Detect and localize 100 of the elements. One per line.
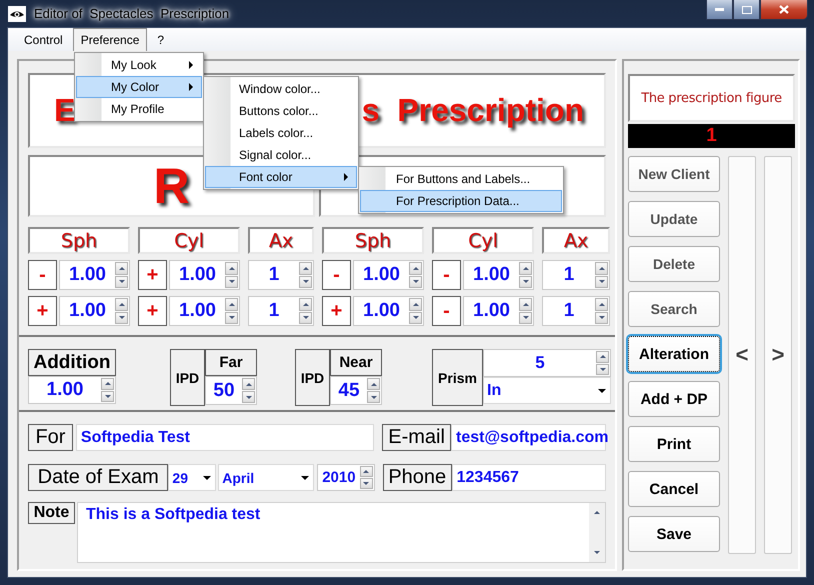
sign-button[interactable]: - xyxy=(28,260,57,290)
sign-button[interactable]: - xyxy=(322,260,351,290)
number-field[interactable]: 1.00 xyxy=(59,260,130,290)
menu-bar-item[interactable]: ? xyxy=(149,28,172,51)
spin-buttons[interactable] xyxy=(519,262,532,288)
menu-item[interactable]: For Prescription Data... xyxy=(360,190,562,212)
name-field[interactable]: Softpedia Test xyxy=(76,424,374,451)
next-button[interactable]: > xyxy=(764,156,792,554)
close-button[interactable] xyxy=(760,0,808,20)
caret-icon xyxy=(203,476,212,480)
minimize-button[interactable] xyxy=(706,0,733,20)
sign-button[interactable]: + xyxy=(322,296,351,326)
number-field[interactable]: 45 xyxy=(330,376,382,405)
menu-item[interactable]: Font color xyxy=(205,166,357,188)
previous-button[interactable]: < xyxy=(728,156,756,554)
spin-buttons[interactable] xyxy=(596,351,609,375)
column-header: Cyl xyxy=(432,227,534,254)
ipd-label: IPD xyxy=(295,349,330,406)
number-field[interactable]: 1.00 xyxy=(169,296,240,326)
for-label: For xyxy=(28,424,73,451)
action-button[interactable]: Add + DP xyxy=(628,381,720,417)
spin-buttons[interactable] xyxy=(225,298,238,324)
spin-buttons[interactable] xyxy=(595,298,608,324)
year-field[interactable]: 2010 xyxy=(316,464,375,491)
spin-buttons[interactable] xyxy=(225,262,238,288)
spin-buttons[interactable] xyxy=(115,298,128,324)
number-field[interactable]: 1.00 xyxy=(59,296,130,326)
spin-buttons[interactable] xyxy=(595,262,608,288)
column-header: Sph xyxy=(28,227,130,254)
prism-label: Prism xyxy=(432,349,483,406)
number-field[interactable]: 5 xyxy=(483,349,611,377)
window-title: Editor of Spectacles Prescription xyxy=(34,6,230,21)
banner-text: E xyxy=(54,92,76,129)
sign-button[interactable]: + xyxy=(28,296,57,326)
caret-icon xyxy=(598,388,606,392)
email-field[interactable]: test@softpedia.com xyxy=(450,424,606,451)
sign-button[interactable]: - xyxy=(432,296,461,326)
spin-buttons[interactable] xyxy=(409,262,422,288)
menu-item[interactable]: Window color... xyxy=(205,78,357,100)
phone-label: Phone xyxy=(382,464,452,491)
action-button[interactable]: Alteration xyxy=(628,336,720,372)
number-field[interactable]: 50 xyxy=(205,376,257,405)
menu-item[interactable]: For Buttons and Labels... xyxy=(360,168,562,190)
day-select[interactable]: 29 xyxy=(168,464,216,491)
column-header: Ax xyxy=(542,227,610,254)
action-button[interactable]: Print xyxy=(628,426,720,462)
menu-item[interactable]: My Look xyxy=(76,54,202,76)
addition-label: Addition xyxy=(28,349,116,376)
menu-item[interactable]: Buttons color... xyxy=(205,100,357,122)
banner-text: s Prescription xyxy=(362,92,584,129)
figure-number: 1 xyxy=(706,125,717,147)
spin-buttons[interactable] xyxy=(367,378,380,403)
menu-bar-item[interactable]: Preference xyxy=(72,28,148,51)
column-header: Ax xyxy=(248,227,314,254)
spin-buttons[interactable] xyxy=(101,378,114,402)
ipd-type-label: Near xyxy=(330,349,382,376)
menu-item[interactable]: My Color xyxy=(76,76,202,98)
sign-button[interactable]: + xyxy=(138,296,167,326)
number-field[interactable]: 1.00 xyxy=(463,260,534,290)
figure-label: The prescription figure xyxy=(641,90,782,106)
phone-field[interactable]: 1234567 xyxy=(452,464,606,491)
spin-buttons[interactable] xyxy=(242,378,255,403)
spin-buttons[interactable] xyxy=(299,262,312,288)
action-button[interactable]: Save xyxy=(628,516,720,552)
note-label: Note xyxy=(28,502,75,524)
sign-button[interactable]: - xyxy=(432,260,461,290)
date-label: Date of Exam xyxy=(28,464,168,491)
caret-icon xyxy=(300,476,309,480)
menu-item[interactable]: Signal color... xyxy=(205,144,357,166)
menu-item[interactable]: Labels color... xyxy=(205,122,357,144)
number-field[interactable]: 1 xyxy=(542,260,610,290)
number-field[interactable]: 1 xyxy=(248,296,314,326)
month-select[interactable]: April xyxy=(218,464,314,491)
maximize-button[interactable] xyxy=(733,0,760,20)
number-field[interactable]: 1 xyxy=(248,260,314,290)
spin-buttons[interactable] xyxy=(299,298,312,324)
column-header: Sph xyxy=(322,227,424,254)
spin-buttons[interactable] xyxy=(519,298,532,324)
number-field[interactable]: 1 xyxy=(542,296,610,326)
number-field[interactable]: 1.00 xyxy=(353,260,424,290)
maximize-icon xyxy=(742,6,752,14)
ipd-label: IPD xyxy=(170,349,205,406)
sign-button[interactable]: + xyxy=(138,260,167,290)
spin-buttons[interactable] xyxy=(409,298,422,324)
number-field[interactable]: 1.00 xyxy=(169,260,240,290)
eye-icon xyxy=(8,6,26,22)
note-field[interactable]: This is a Softpedia test xyxy=(77,502,606,563)
menu-item[interactable]: My Profile xyxy=(76,98,202,120)
email-label: E-mail xyxy=(382,424,451,451)
number-field[interactable]: 1.00 xyxy=(463,296,534,326)
action-button[interactable]: Cancel xyxy=(628,471,720,507)
eye-letter: R xyxy=(153,157,190,215)
spin-buttons[interactable] xyxy=(360,466,373,489)
column-header: Cyl xyxy=(138,227,240,254)
direction-select[interactable]: In xyxy=(483,377,611,404)
number-field[interactable]: 1.00 xyxy=(28,376,116,404)
menu-bar-item[interactable]: Control xyxy=(16,28,71,51)
ipd-type-label: Far xyxy=(205,349,257,376)
spin-buttons[interactable] xyxy=(115,262,128,288)
number-field[interactable]: 1.00 xyxy=(353,296,424,326)
